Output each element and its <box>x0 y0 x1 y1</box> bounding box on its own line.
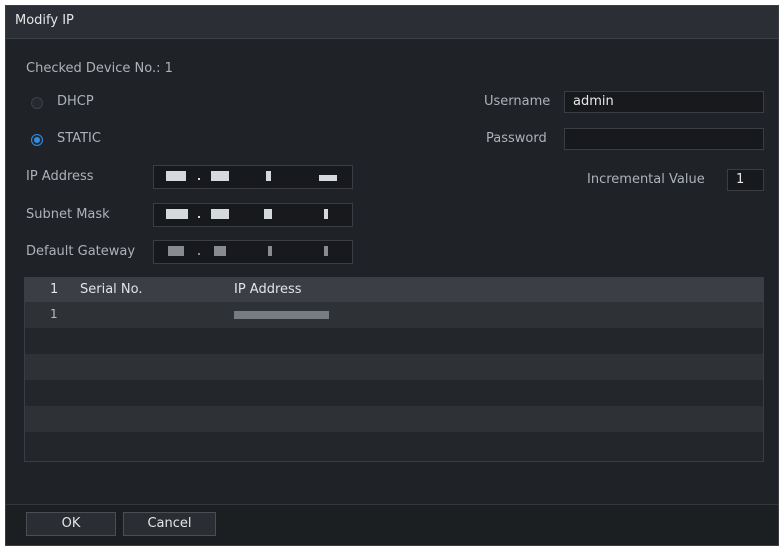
column-header-serial[interactable]: Serial No. <box>80 282 143 297</box>
ip-octet-2 <box>211 171 229 181</box>
username-label: Username <box>484 94 551 109</box>
gateway-octet-3 <box>268 246 272 256</box>
subnet-octet-4 <box>324 209 328 219</box>
row-index: 1 <box>50 307 58 321</box>
table-row-empty <box>25 354 763 380</box>
ip-dot <box>198 178 200 180</box>
table-row-empty <box>25 432 763 458</box>
subnet-octet-3 <box>264 209 272 219</box>
table-row-empty <box>25 328 763 354</box>
dhcp-label: DHCP <box>57 94 94 109</box>
device-table: 1 Serial No. IP Address 1 <box>24 277 764 462</box>
ip-address-label: IP Address <box>26 169 94 184</box>
table-header: 1 Serial No. IP Address <box>25 278 763 302</box>
ip-octet-1 <box>166 171 186 181</box>
subnet-mask-label: Subnet Mask <box>26 207 110 222</box>
gateway-octet-2 <box>214 246 226 256</box>
subnet-octet-2 <box>211 209 229 219</box>
ip-octet-3 <box>266 171 271 181</box>
dialog-title: Modify IP <box>15 13 74 28</box>
dialog-footer: OK Cancel <box>6 504 778 545</box>
password-label: Password <box>486 131 547 146</box>
ok-button[interactable]: OK <box>26 512 116 536</box>
password-input[interactable] <box>564 128 764 150</box>
column-header-ip[interactable]: IP Address <box>234 282 302 297</box>
static-label: STATIC <box>57 131 101 146</box>
ip-octet-4 <box>319 175 337 181</box>
table-row-empty <box>25 380 763 406</box>
ip-address-field[interactable] <box>153 165 353 189</box>
modify-ip-dialog: Modify IP Checked Device No.: 1 DHCP STA… <box>5 5 779 546</box>
column-header-index[interactable]: 1 <box>50 282 58 297</box>
subnet-octet-1 <box>166 209 188 219</box>
cancel-button[interactable]: Cancel <box>123 512 216 536</box>
gateway-octet-1 <box>168 246 184 256</box>
gateway-octet-4 <box>324 246 328 256</box>
gateway-dot <box>198 253 200 255</box>
row-ip-redacted <box>234 311 329 319</box>
checked-device-label: Checked Device No.: 1 <box>26 61 173 76</box>
subnet-mask-field[interactable] <box>153 203 353 227</box>
dhcp-radio[interactable] <box>31 97 43 109</box>
dialog-titlebar: Modify IP <box>6 6 778 39</box>
incremental-value-input[interactable]: 1 <box>727 169 764 191</box>
table-row-empty <box>25 406 763 432</box>
incremental-value-label: Incremental Value <box>587 172 705 187</box>
username-input[interactable]: admin <box>564 91 764 113</box>
subnet-dot <box>198 216 200 218</box>
default-gateway-field[interactable] <box>153 240 353 264</box>
static-radio[interactable] <box>31 134 43 146</box>
default-gateway-label: Default Gateway <box>26 244 136 259</box>
table-row[interactable]: 1 <box>25 302 763 328</box>
